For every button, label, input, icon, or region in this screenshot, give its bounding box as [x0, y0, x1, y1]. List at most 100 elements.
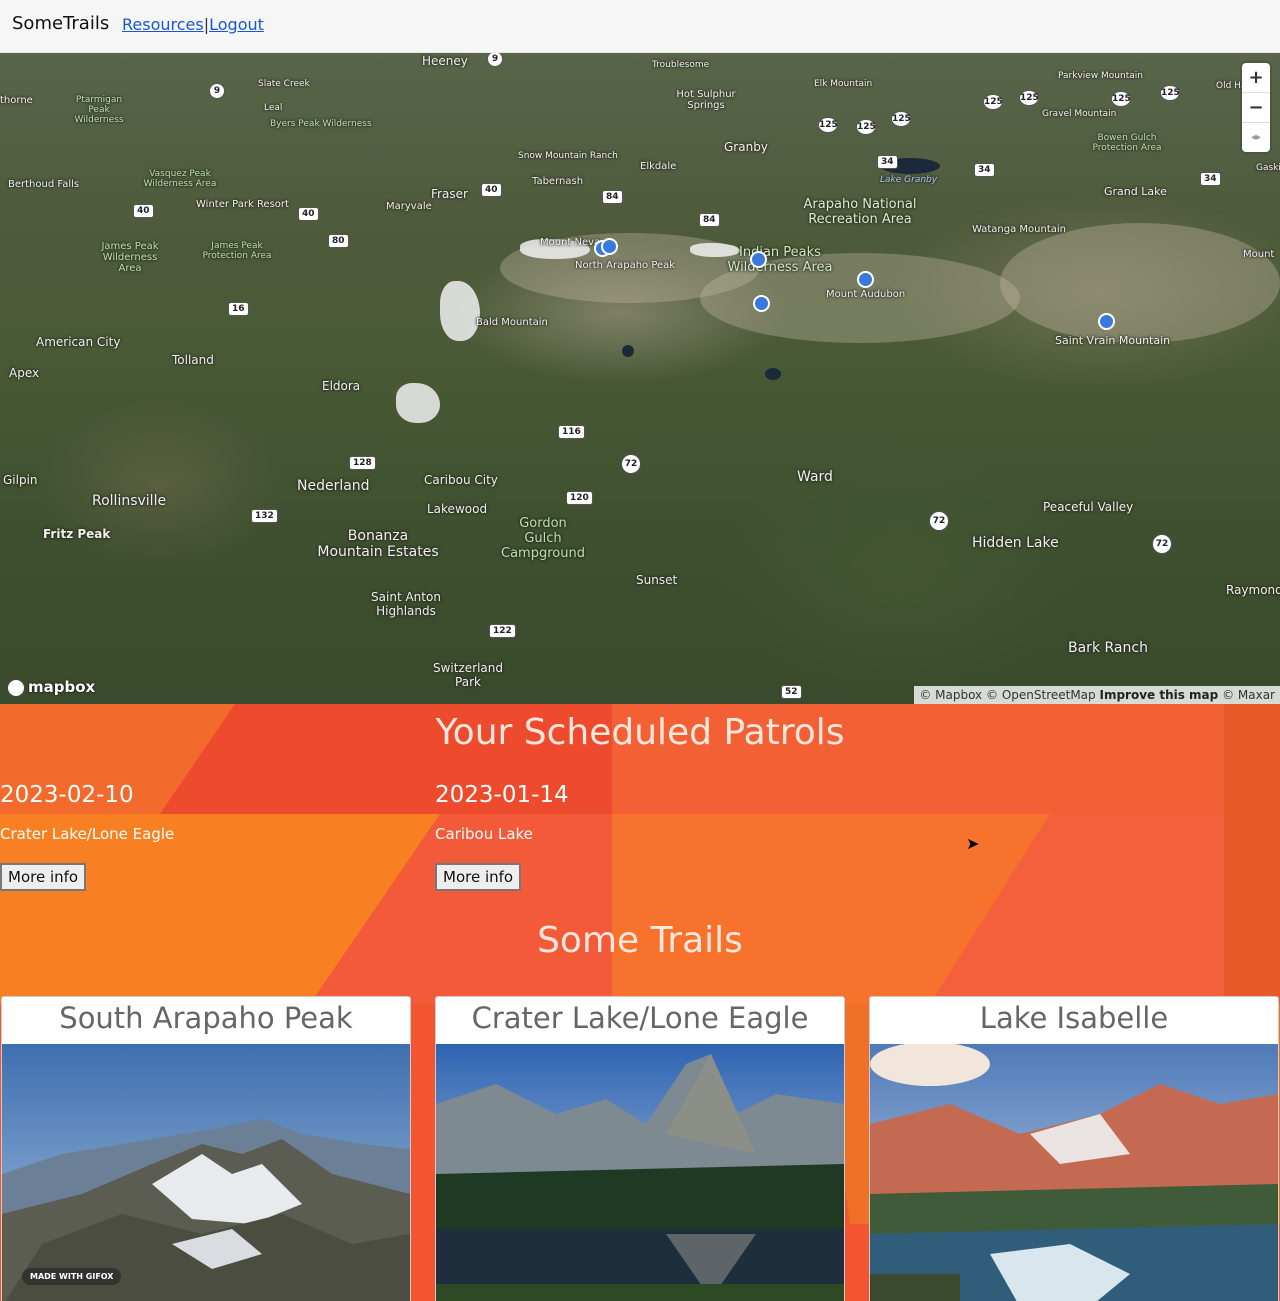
map-label: Fraser	[431, 187, 468, 201]
map-label: Vasquez Peak Wilderness Area	[143, 169, 217, 189]
trail-map[interactable]: Heeney Troublesome Hot Sulphur Springs E…	[0, 53, 1280, 704]
route-shield: 125	[1019, 90, 1039, 106]
map-label: Saint Anton Highlands	[371, 590, 441, 618]
more-info-button[interactable]: More info	[435, 863, 522, 891]
snow-patch	[396, 383, 440, 423]
top-navbar: SomeTrails Resources|Logout	[0, 0, 1280, 53]
gifox-watermark: MADE WITH GIFOX	[22, 1268, 122, 1285]
trail-pin[interactable]	[857, 271, 874, 288]
brand-title[interactable]: SomeTrails	[12, 13, 109, 34]
route-shield: 9	[209, 83, 225, 99]
more-info-button[interactable]: More info	[0, 863, 87, 891]
map-label: Mount	[1243, 249, 1275, 260]
map-label: Watanga Mountain	[972, 224, 1067, 235]
route-shield: 72	[1152, 534, 1172, 554]
snow-patch	[440, 281, 480, 341]
map-label: Rollinsville	[92, 493, 167, 509]
map-label: Tabernash	[532, 176, 584, 187]
map-label: Fritz Peak	[43, 527, 111, 541]
trail-photo	[436, 1044, 844, 1301]
map-label: Granby	[724, 140, 768, 154]
map-label: Gravel Mountain	[1042, 109, 1117, 119]
mapbox-logo[interactable]: mapbox	[8, 678, 95, 696]
compass-button[interactable]: ◂▸	[1242, 123, 1270, 152]
map-label: Snow Mountain Ranch	[518, 151, 618, 161]
trail-pin[interactable]	[601, 238, 618, 255]
trail-pin[interactable]	[750, 251, 767, 268]
route-shield: 72	[929, 511, 949, 531]
map-label: Leal	[264, 103, 283, 113]
map-label: Mount Neva	[540, 237, 601, 248]
patrols-and-trails-section: Your Scheduled Patrols 2023-02-10 Crater…	[0, 704, 1280, 1301]
route-shield: 84	[699, 213, 720, 227]
route-shield: 84	[602, 190, 623, 204]
mapbox-logo-icon	[8, 679, 24, 696]
map-label: Nederland	[297, 478, 370, 494]
some-trails-heading: Some Trails	[537, 920, 743, 961]
trail-card[interactable]: Lake Isabelle	[869, 996, 1279, 1301]
route-shield: 125	[818, 117, 838, 133]
map-label: Saint Vrain Mountain	[1055, 334, 1171, 347]
lake-shape	[765, 368, 781, 380]
trail-card-title: Crater Lake/Lone Eagle	[471, 1001, 809, 1035]
map-label: Hidden Lake	[972, 535, 1059, 551]
map-label: Ptarmigan Peak Wilderness	[74, 95, 124, 125]
zoom-in-button[interactable]: +	[1242, 63, 1270, 93]
route-shield: 116	[558, 425, 585, 439]
osm-attribution-link[interactable]: © OpenStreetMap	[986, 688, 1096, 702]
map-label: Bald Mountain	[476, 317, 548, 328]
route-shield: 72	[621, 454, 641, 474]
mapbox-attribution-link[interactable]: © Mapbox	[919, 688, 982, 702]
map-label: Slate Creek	[258, 79, 310, 89]
resources-link[interactable]: Resources	[122, 15, 204, 34]
trail-card-title: Lake Isabelle	[979, 1001, 1169, 1035]
map-label: Gaski	[1256, 163, 1280, 173]
map-label: Winter Park Resort	[196, 199, 289, 210]
route-shield: 120	[566, 491, 593, 505]
map-label: American City	[36, 335, 121, 349]
trail-card[interactable]: Crater Lake/Lone Eagle	[435, 996, 845, 1301]
map-zoom-controls: + − ◂▸	[1242, 63, 1270, 152]
logout-link[interactable]: Logout	[209, 15, 264, 34]
map-label: Berthoud Falls	[8, 179, 80, 190]
map-label: Tolland	[172, 353, 214, 367]
map-label: Ward	[797, 469, 833, 485]
map-label: Apex	[9, 366, 40, 380]
map-label: Maryvale	[386, 201, 432, 212]
map-label: Troublesome	[652, 60, 710, 70]
map-label: Raymond	[1226, 583, 1280, 597]
map-label: Elkdale	[640, 161, 677, 172]
map-label: Bark Ranch	[1068, 640, 1148, 656]
trail-card[interactable]: South Arapaho Peak MADE WITH GIFOX	[1, 996, 411, 1301]
improve-map-link[interactable]: Improve this map	[1099, 688, 1218, 702]
map-label: Gordon Gulch Campground	[501, 516, 585, 561]
route-shield: 40	[481, 183, 502, 197]
mouse-cursor-icon: ➤	[966, 834, 980, 853]
trail-pin[interactable]	[1098, 313, 1115, 330]
nav-links: Resources|Logout	[122, 15, 264, 34]
trail-photo	[870, 1044, 1278, 1301]
map-label: Lake Granby	[880, 175, 938, 185]
map-label: James Peak Wilderness Area	[101, 241, 159, 274]
route-shield: 34	[877, 155, 898, 169]
route-shield: 16	[228, 302, 249, 316]
map-label: Gilpin	[3, 473, 38, 487]
zoom-out-button[interactable]: −	[1242, 93, 1270, 123]
trail-pin[interactable]	[753, 295, 770, 312]
route-shield: 40	[133, 204, 154, 218]
route-shield: 125	[983, 94, 1003, 110]
route-shield: 128	[349, 456, 376, 470]
route-shield: 34	[1200, 172, 1221, 186]
lake-shape	[622, 345, 634, 357]
patrol-trail-name: Crater Lake/Lone Eagle	[0, 825, 175, 843]
route-shield: 52	[781, 685, 802, 699]
trail-card-title: South Arapaho Peak	[59, 1001, 353, 1035]
map-label: Sunset	[636, 573, 678, 587]
maxar-attribution-link[interactable]: © Maxar	[1222, 688, 1275, 702]
map-label: Eldora	[322, 379, 361, 393]
map-label: Bowen Gulch Protection Area	[1092, 133, 1162, 153]
patrol-trail-name: Caribou Lake	[435, 825, 533, 843]
map-label: Switzerland Park	[433, 661, 503, 689]
route-shield: 125	[1111, 91, 1131, 107]
patrol-item: 2023-02-10 Crater Lake/Lone Eagle More i…	[0, 782, 420, 891]
